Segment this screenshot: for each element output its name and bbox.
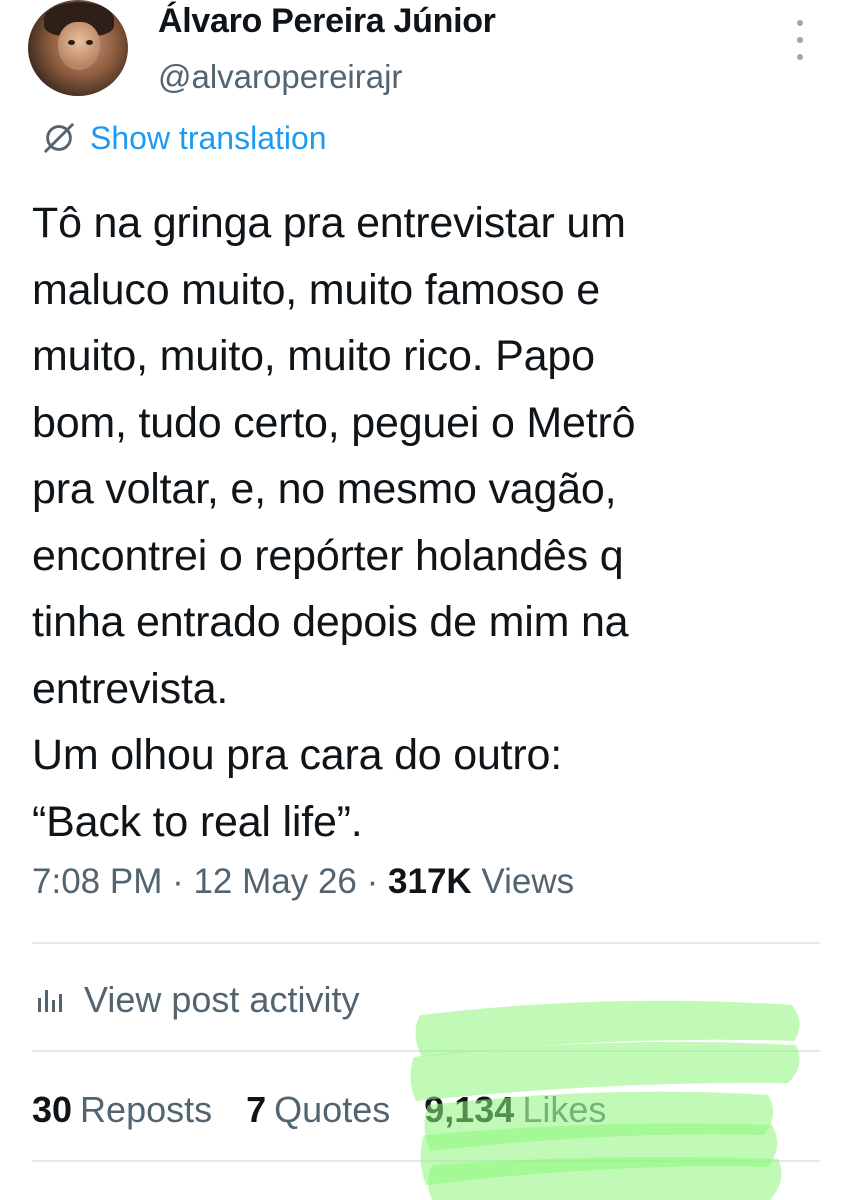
divider bbox=[32, 942, 820, 944]
divider bbox=[32, 1160, 820, 1162]
author-display-name[interactable]: Álvaro Pereira Júnior bbox=[158, 2, 496, 41]
dot bbox=[797, 54, 803, 60]
post-date[interactable]: 12 May 26 bbox=[193, 862, 356, 901]
bar-chart-icon bbox=[38, 990, 62, 1012]
quotes-count: 7 bbox=[246, 1089, 267, 1130]
post-line: muito, muito, muito rico. Papo bbox=[32, 332, 595, 380]
view-post-activity-button[interactable]: View post activity bbox=[34, 975, 359, 1025]
quotes-link[interactable]: 7 Quotes bbox=[246, 1089, 390, 1131]
post-line: tinha entrado depois de mim na bbox=[32, 598, 629, 646]
likes-count: 9,134 bbox=[424, 1089, 515, 1130]
post-line: maluco muito, muito famoso e bbox=[32, 265, 600, 314]
post-text: Tô na gringa pra entrevistar um maluco m… bbox=[32, 190, 822, 855]
post-meta: 7:08 PM · 12 May 26 · 317K Views bbox=[32, 862, 574, 902]
more-options-icon[interactable] bbox=[788, 20, 812, 60]
dot bbox=[797, 37, 803, 43]
avatar-eye bbox=[86, 40, 93, 45]
post-line: “Back to real life”. bbox=[32, 797, 363, 846]
show-translation-button[interactable]: Show translation bbox=[40, 118, 327, 158]
views-label: Views bbox=[481, 862, 575, 901]
reposts-label: Reposts bbox=[80, 1089, 213, 1130]
meta-separator: · bbox=[162, 862, 194, 901]
meta-separator: · bbox=[356, 862, 389, 901]
views-count: 317K bbox=[388, 862, 472, 901]
post-line: entrevista. bbox=[32, 664, 229, 713]
post-line: pra voltar, e, no mesmo vagão, bbox=[32, 465, 617, 513]
avatar-eye bbox=[68, 40, 75, 45]
author-handle[interactable]: @alvaropereirajr bbox=[158, 58, 402, 96]
reposts-count: 30 bbox=[32, 1089, 73, 1130]
divider bbox=[32, 1050, 820, 1052]
post-line: Um olhou pra cara do outro: bbox=[32, 731, 563, 779]
likes-link[interactable]: 9,134 Likes bbox=[424, 1089, 606, 1131]
dot bbox=[797, 20, 803, 26]
view-post-activity-label: View post activity bbox=[84, 979, 360, 1020]
post-line: Tô na gringa pra entrevistar um bbox=[32, 199, 626, 247]
avatar[interactable] bbox=[28, 0, 128, 96]
quotes-label: Quotes bbox=[274, 1089, 391, 1130]
avatar-face bbox=[58, 22, 100, 70]
likes-label: Likes bbox=[522, 1089, 607, 1130]
engagement-stats: 30 Reposts 7 Quotes 9,134 Likes bbox=[32, 1085, 606, 1135]
show-translation-label: Show translation bbox=[90, 119, 327, 156]
translate-icon bbox=[44, 123, 74, 153]
post-line: bom, tudo certo, peguei o Metrô bbox=[32, 398, 636, 447]
post-line: encontrei o repórter holandês q bbox=[32, 531, 624, 580]
reposts-link[interactable]: 30 Reposts bbox=[32, 1089, 212, 1131]
post-time[interactable]: 7:08 PM bbox=[32, 862, 162, 901]
